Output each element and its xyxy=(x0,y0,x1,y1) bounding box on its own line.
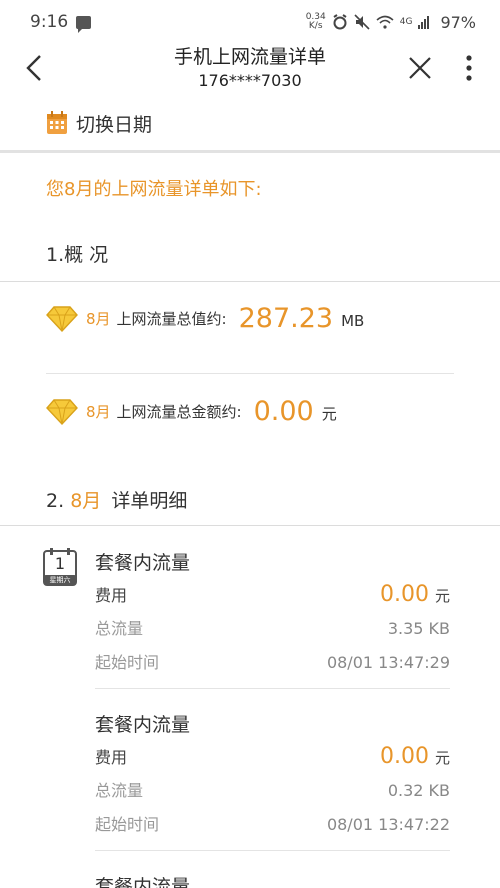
day-calendar-icon: 1 星期六 xyxy=(43,548,77,586)
record-total-row: 总流量 0.32 KB xyxy=(95,774,450,808)
back-button[interactable] xyxy=(18,50,50,86)
fee-label: 费用 xyxy=(95,586,128,605)
total-value: 3.35 KB xyxy=(387,619,450,638)
fee-value-group: 0.00 元 xyxy=(380,740,450,775)
close-icon xyxy=(409,57,431,79)
detail-heading-prefix: 2. xyxy=(46,490,65,512)
switch-date-button[interactable]: 切换日期 xyxy=(46,108,152,138)
summary-label: 上网流量总金额约: xyxy=(116,403,242,421)
summary-label: 上网流量总值约: xyxy=(116,310,227,328)
summary-value: 287.23 xyxy=(238,303,334,334)
record-title: 套餐内流量 xyxy=(95,552,191,574)
more-vertical-icon xyxy=(466,55,472,81)
battery-level: 97% xyxy=(440,12,476,32)
speed-unit: K/s xyxy=(308,21,323,31)
title-bar: 手机上网流量详单 176****7030 xyxy=(0,44,500,94)
total-value: 0.32 KB xyxy=(387,781,450,800)
record-fee-row: 费用 0.00 元 xyxy=(95,578,450,612)
fee-unit: 元 xyxy=(434,587,450,605)
mute-icon xyxy=(354,14,370,30)
network-type: 4G xyxy=(399,17,413,27)
start-value: 08/01 13:47:22 xyxy=(326,815,450,834)
record-start-row: 起始时间 08/01 13:47:29 xyxy=(95,646,450,680)
start-label: 起始时间 xyxy=(95,815,160,834)
network-speed: 0.34 K/s xyxy=(306,13,326,31)
calendar-day: 1 xyxy=(54,554,66,573)
diamond-icon xyxy=(46,305,78,332)
wifi-icon xyxy=(376,15,394,29)
status-time: 9:16 xyxy=(30,12,69,32)
record-title: 套餐内流量 xyxy=(95,714,191,736)
summary-value: 0.00 xyxy=(253,396,314,427)
message-icon xyxy=(76,15,92,33)
summary-amount: 8月 上网流量总金额约: 0.00 元 xyxy=(46,396,337,427)
header-divider xyxy=(0,150,500,153)
divider xyxy=(46,373,454,374)
chevron-left-icon xyxy=(26,55,41,81)
record-fee-row: 费用 0.00 元 xyxy=(95,740,450,774)
list-item: 套餐内流量 xyxy=(95,872,450,888)
summary-traffic: 8月 上网流量总值约: 287.23 MB xyxy=(46,303,364,334)
divider xyxy=(95,688,450,689)
fee-value-group: 0.00 元 xyxy=(380,578,450,613)
calendar-icon xyxy=(47,111,67,134)
total-label: 总流量 xyxy=(95,619,144,638)
divider xyxy=(95,850,450,851)
detail-heading: 2. 8月 详单明细 xyxy=(46,486,187,513)
summary-month: 8月 xyxy=(86,310,111,328)
summary-unit: 元 xyxy=(321,405,337,423)
record-start-row: 起始时间 08/01 13:47:22 xyxy=(95,808,450,842)
list-item: 套餐内流量 费用 0.00 元 总流量 0.32 KB 起始时间 08/01 13… xyxy=(95,710,450,842)
detail-heading-month: 8月 xyxy=(70,490,102,512)
alarm-icon xyxy=(333,14,347,30)
phone-number: 176****7030 xyxy=(198,71,302,90)
page-title: 手机上网流量详单 xyxy=(173,46,326,68)
signal-icon xyxy=(418,16,430,29)
status-icons: 0.34 K/s 4G 97% xyxy=(306,13,476,32)
title-block: 手机上网流量详单 176****7030 xyxy=(100,44,400,92)
status-bar: 9:16 0.34 K/s 4G 97% xyxy=(0,0,500,44)
detail-heading-suffix: 详单明细 xyxy=(111,490,188,512)
summary-month: 8月 xyxy=(86,403,111,421)
fee-label: 费用 xyxy=(95,748,128,767)
summary-unit: MB xyxy=(341,311,365,330)
overview-heading: 1.概 况 xyxy=(46,244,109,266)
fee-unit: 元 xyxy=(434,749,450,767)
close-button[interactable] xyxy=(402,50,438,86)
switch-date-label: 切换日期 xyxy=(76,113,153,136)
more-button[interactable] xyxy=(454,50,484,86)
fee-value: 0.00 xyxy=(380,744,429,769)
calendar-weekday: 星期六 xyxy=(49,576,71,584)
total-label: 总流量 xyxy=(95,781,144,800)
fee-value: 0.00 xyxy=(380,582,429,607)
intro-text: 您8月的上网流量详单如下: xyxy=(46,179,262,200)
record-title: 套餐内流量 xyxy=(95,876,191,888)
record-total-row: 总流量 3.35 KB xyxy=(95,612,450,646)
divider xyxy=(0,525,500,526)
diamond-icon xyxy=(46,398,78,425)
list-item: 套餐内流量 费用 0.00 元 总流量 3.35 KB 起始时间 08/01 13… xyxy=(95,548,450,680)
divider xyxy=(0,281,500,282)
start-label: 起始时间 xyxy=(95,653,160,672)
start-value: 08/01 13:47:29 xyxy=(326,653,450,672)
